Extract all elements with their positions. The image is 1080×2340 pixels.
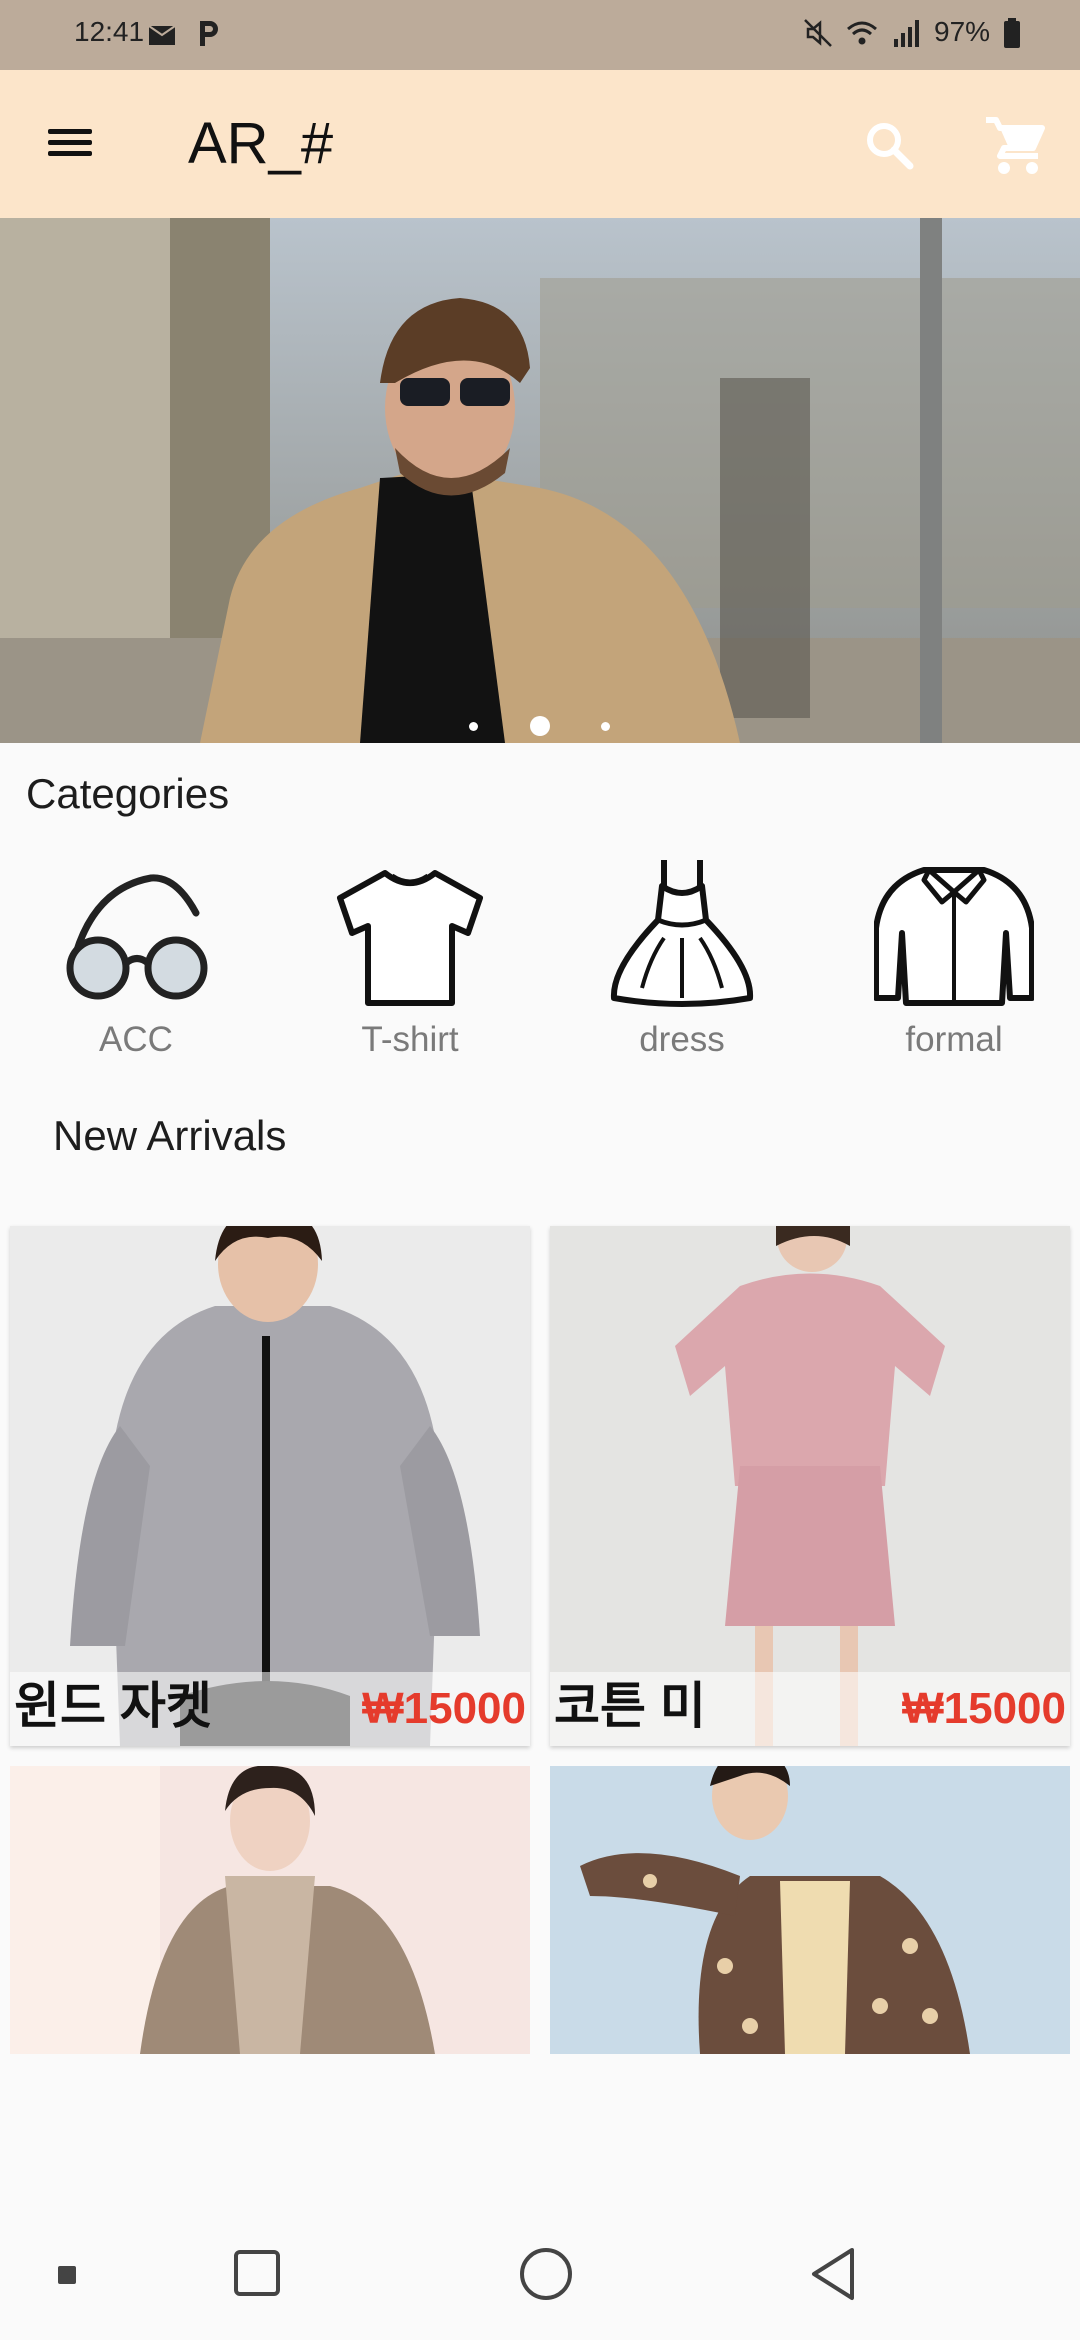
pagination-dot[interactable] [469, 722, 478, 731]
status-bar: 12:41 97% [0, 0, 1080, 70]
categories-title: Categories [26, 770, 230, 817]
category-label: dress [639, 1020, 725, 1059]
product-card[interactable]: 코튼 미 ₩15000 [550, 1226, 1070, 1746]
status-time: 12:41 [74, 16, 145, 47]
system-nav-bar [0, 2212, 1080, 2340]
nav-back-button[interactable] [808, 2246, 858, 2302]
product-image [10, 1766, 530, 2054]
category-formal[interactable]: formal [854, 858, 1054, 1068]
tshirt-icon [337, 870, 483, 1006]
search-icon [867, 123, 914, 170]
category-dress[interactable]: dress [582, 858, 782, 1068]
hero-banner[interactable] [0, 218, 1080, 743]
app-bar: AR_# [0, 70, 1080, 218]
nav-home-button[interactable] [520, 2248, 572, 2300]
parking-icon [200, 21, 218, 46]
wifi-icon [847, 21, 877, 45]
product-name: 코튼 미 [554, 1678, 706, 1734]
nav-recents-button[interactable] [234, 2250, 280, 2296]
mail-icon [148, 25, 176, 45]
banner-pagination [0, 716, 1080, 736]
menu-button[interactable] [40, 115, 100, 171]
product-image [550, 1766, 1070, 2054]
pagination-dot-active[interactable] [530, 716, 550, 736]
dress-icon [610, 860, 754, 1007]
category-label: formal [905, 1020, 1003, 1059]
banner-image [0, 218, 1080, 743]
new-arrivals-title: New Arrivals [53, 1112, 287, 1159]
battery-percent: 97% [934, 16, 991, 47]
product-card[interactable]: 윈드 자켓 ₩15000 [10, 1226, 530, 1746]
app-title: AR_# [188, 111, 334, 176]
cart-button[interactable] [982, 114, 1048, 178]
nav-pin-button[interactable] [58, 2266, 76, 2284]
category-label: ACC [99, 1020, 173, 1059]
search-button[interactable] [860, 116, 920, 176]
pagination-dot[interactable] [601, 722, 610, 731]
category-tshirt[interactable]: T-shirt [310, 858, 510, 1068]
formal-shirt-icon [874, 867, 1034, 1006]
mute-icon [804, 19, 832, 47]
product-price: ₩15000 [902, 1684, 1066, 1733]
product-name: 윈드 자켓 [14, 1678, 212, 1734]
cart-icon [986, 117, 1045, 174]
product-price: ₩15000 [362, 1684, 526, 1733]
category-acc[interactable]: ACC [36, 858, 236, 1068]
category-label: T-shirt [361, 1020, 459, 1059]
product-card[interactable] [550, 1766, 1070, 2054]
glasses-icon [66, 874, 208, 1000]
battery-icon [1004, 18, 1020, 48]
signal-icon [894, 20, 919, 47]
product-card[interactable] [10, 1766, 530, 2054]
